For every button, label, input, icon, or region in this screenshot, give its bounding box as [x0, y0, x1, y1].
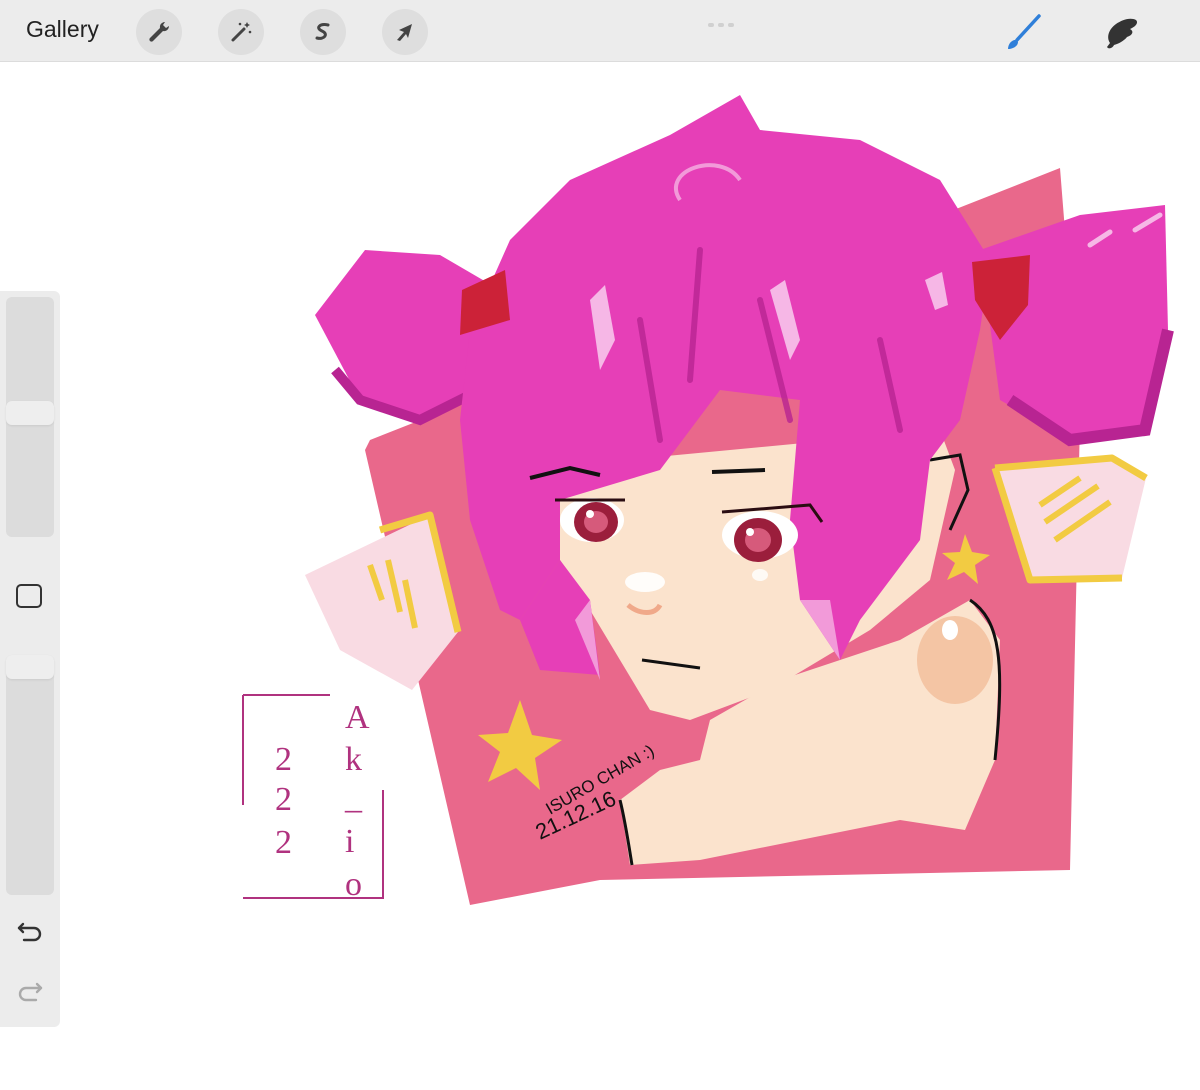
selection-s-icon [315, 23, 330, 40]
name-letter: A [345, 699, 370, 736]
name-letter: i [345, 823, 354, 860]
actions-button[interactable] [136, 9, 182, 55]
name-letter: o [345, 866, 362, 903]
magic-wand-icon [231, 22, 252, 42]
name-digit: 2 [275, 741, 292, 778]
nose [625, 572, 665, 592]
toolbar-grabber[interactable] [708, 14, 742, 27]
name-letter: k [345, 741, 362, 778]
smudge-button[interactable] [1098, 9, 1144, 55]
drawing-canvas[interactable]: ISURO CHAN :) 21.12.16 A k _ i o 2 2 2 [0, 62, 1200, 1090]
name-digit: 2 [275, 781, 292, 818]
brush-icon [1008, 14, 1041, 49]
top-toolbar: Gallery [0, 0, 1200, 62]
selection-button[interactable] [300, 9, 346, 55]
transform-button[interactable] [382, 9, 428, 55]
name-digit: 2 [275, 824, 292, 861]
smudge-icon [1107, 18, 1138, 49]
name-letter: _ [344, 779, 363, 816]
brush-button[interactable] [1000, 9, 1046, 55]
arrow-transform-icon [397, 24, 412, 41]
adjustments-button[interactable] [218, 9, 264, 55]
wrench-icon [149, 21, 170, 42]
gallery-button[interactable]: Gallery [26, 16, 99, 43]
